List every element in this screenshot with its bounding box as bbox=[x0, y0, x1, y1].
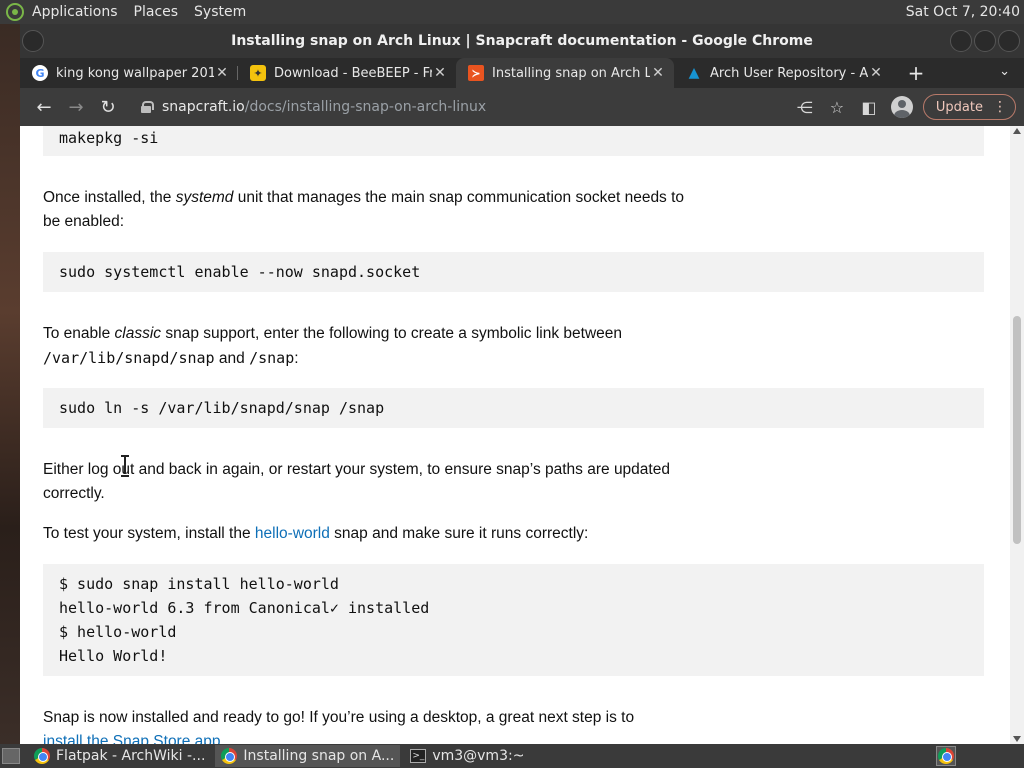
code-line: $ sudo snap install hello-world bbox=[59, 575, 339, 593]
taskbar-label: Flatpak - ArchWiki -... bbox=[56, 748, 206, 764]
taskbar-item-flatpak[interactable]: Flatpak - ArchWiki -... bbox=[28, 745, 211, 767]
tab-installing-snap[interactable]: ≻ Installing snap on Arch Lin ✕ bbox=[456, 58, 674, 88]
code-line: makepkg -si bbox=[59, 129, 159, 147]
text: Once installed, the bbox=[43, 189, 176, 206]
arch-icon: ▲ bbox=[688, 65, 700, 81]
tab-title: king kong wallpaper 2017 - bbox=[56, 65, 214, 81]
address-bar[interactable]: snapcraft.io/docs/installing-snap-on-arc… bbox=[132, 92, 789, 122]
emphasis: systemd bbox=[175, 189, 234, 206]
reload-button[interactable]: ↻ bbox=[92, 97, 124, 118]
code-block-systemctl[interactable]: sudo systemctl enable --now snapd.socket bbox=[43, 252, 984, 292]
paragraph-classic: To enable classic snap support, enter th… bbox=[43, 322, 703, 371]
taskbar-label: vm3@vm3:~ bbox=[432, 748, 525, 764]
chrome-icon bbox=[221, 748, 238, 764]
tray-chrome-icon[interactable] bbox=[936, 746, 956, 766]
menu-applications[interactable]: Applications bbox=[32, 4, 118, 20]
code-line: hello-world 6.3 from Canonical✓ installe… bbox=[59, 599, 430, 617]
close-icon[interactable]: ✕ bbox=[868, 65, 884, 81]
new-tab-button[interactable]: + bbox=[898, 58, 934, 88]
scrollbar-thumb[interactable] bbox=[1013, 316, 1021, 544]
desktop-background bbox=[0, 24, 20, 744]
bottom-taskbar: Flatpak - ArchWiki -... Installing snap … bbox=[0, 744, 1024, 768]
chrome-icon bbox=[938, 748, 954, 764]
window-menu-button[interactable] bbox=[22, 30, 44, 52]
tab-title: Arch User Repository - Arc bbox=[710, 65, 868, 81]
paragraph-test: To test your system, install the hello-w… bbox=[43, 522, 703, 546]
top-panel: Applications Places System Sat Oct 7, 20… bbox=[0, 0, 1024, 24]
code-line: sudo ln -s /var/lib/snapd/snap /snap bbox=[59, 399, 385, 417]
paragraph-next-step: Snap is now installed and ready to go! I… bbox=[43, 706, 743, 744]
text: snap support, enter the following to cre… bbox=[161, 325, 622, 342]
clock[interactable]: Sat Oct 7, 20:40 bbox=[906, 4, 1020, 20]
close-window-button[interactable] bbox=[998, 30, 1020, 52]
maximize-button[interactable] bbox=[974, 30, 996, 52]
paragraph-systemd: Once installed, the systemd unit that ma… bbox=[43, 186, 703, 234]
terminal-icon: >_ bbox=[410, 749, 427, 763]
inline-code: /snap bbox=[249, 349, 295, 367]
text: To test your system, install the bbox=[43, 525, 255, 542]
bookmark-star-icon[interactable]: ☆ bbox=[821, 98, 853, 117]
google-icon: G bbox=[32, 65, 48, 81]
code-line: Hello World! bbox=[59, 647, 168, 665]
code-line: sudo systemctl enable --now snapd.socket bbox=[59, 263, 421, 281]
close-icon[interactable]: ✕ bbox=[650, 65, 666, 81]
code-line: $ hello-world bbox=[59, 623, 177, 641]
tab-beebeep[interactable]: ✦ Download - BeeBEEP - Fre ✕ bbox=[238, 58, 456, 88]
menu-places[interactable]: Places bbox=[134, 4, 179, 20]
snapcraft-icon: ≻ bbox=[468, 65, 484, 81]
lock-icon[interactable] bbox=[140, 101, 154, 113]
scroll-down-arrow-icon[interactable] bbox=[1013, 736, 1021, 742]
page-scrollbar[interactable] bbox=[1010, 126, 1024, 744]
url-path: /docs/installing-snap-on-arch-linux bbox=[244, 99, 487, 115]
more-vertical-icon[interactable]: ⋮ bbox=[993, 99, 1007, 115]
text: : bbox=[294, 350, 299, 367]
page-content: makepkg -si Once installed, the systemd … bbox=[20, 126, 1010, 744]
tab-title: Download - BeeBEEP - Fre bbox=[274, 65, 432, 81]
browser-toolbar: ← → ↻ snapcraft.io/docs/installing-snap-… bbox=[20, 88, 1024, 126]
update-button[interactable]: Update ⋮ bbox=[922, 94, 1016, 120]
update-label: Update bbox=[935, 99, 983, 115]
url-host: snapcraft.io bbox=[162, 99, 245, 115]
hello-world-link[interactable]: hello-world bbox=[255, 525, 330, 542]
code-block-symlink[interactable]: sudo ln -s /var/lib/snapd/snap /snap bbox=[43, 388, 984, 428]
text-cursor-icon bbox=[121, 455, 129, 477]
beebeep-icon: ✦ bbox=[250, 65, 266, 81]
code-block-makepkg[interactable]: makepkg -si bbox=[43, 126, 984, 156]
close-icon[interactable]: ✕ bbox=[432, 65, 448, 81]
tab-strip: G king kong wallpaper 2017 - ✕ ✦ Downloa… bbox=[20, 58, 1024, 88]
text: Snap is now installed and ready to go! I… bbox=[43, 709, 635, 726]
profile-avatar-icon[interactable] bbox=[890, 96, 913, 118]
back-button[interactable]: ← bbox=[28, 97, 60, 118]
window-titlebar[interactable]: Installing snap on Arch Linux | Snapcraf… bbox=[20, 24, 1024, 58]
tab-title: Installing snap on Arch Lin bbox=[492, 65, 650, 81]
text: snap and make sure it runs correctly: bbox=[329, 525, 589, 542]
tab-king-kong[interactable]: G king kong wallpaper 2017 - ✕ bbox=[20, 58, 238, 88]
show-desktop-icon[interactable] bbox=[2, 748, 20, 764]
paragraph-relogin: Either log out and back in again, or res… bbox=[43, 458, 703, 506]
code-block-hello-world[interactable]: $ sudo snap install hello-world hello-wo… bbox=[43, 564, 984, 676]
scroll-up-arrow-icon[interactable] bbox=[1013, 128, 1021, 134]
menu-system[interactable]: System bbox=[194, 4, 246, 20]
taskbar-label: Installing snap on A... bbox=[243, 748, 395, 764]
chrome-icon bbox=[34, 748, 50, 764]
tab-aur[interactable]: ▲ Arch User Repository - Arc ✕ bbox=[674, 58, 892, 88]
tab-search-chevron-icon[interactable]: ⌄ bbox=[999, 64, 1010, 79]
share-icon[interactable]: ⋲ bbox=[789, 98, 821, 117]
text: Either log out and back in again, or res… bbox=[43, 461, 670, 502]
taskbar-item-terminal[interactable]: >_ vm3@vm3:~ bbox=[404, 745, 530, 767]
minimize-button[interactable] bbox=[950, 30, 972, 52]
side-panel-icon[interactable]: ◧ bbox=[853, 98, 885, 117]
close-icon[interactable]: ✕ bbox=[214, 65, 230, 81]
forward-button[interactable]: → bbox=[60, 97, 92, 118]
window-title: Installing snap on Arch Linux | Snapcraf… bbox=[231, 33, 813, 49]
inline-code: /var/lib/snapd/snap bbox=[43, 349, 215, 367]
install-snap-store-link[interactable]: install the Snap Store app bbox=[43, 733, 221, 744]
text: To enable bbox=[43, 325, 115, 342]
text: and bbox=[214, 350, 250, 367]
taskbar-item-snap[interactable]: Installing snap on A... bbox=[215, 745, 401, 767]
distro-logo-icon[interactable] bbox=[6, 3, 24, 21]
emphasis: classic bbox=[114, 325, 162, 342]
